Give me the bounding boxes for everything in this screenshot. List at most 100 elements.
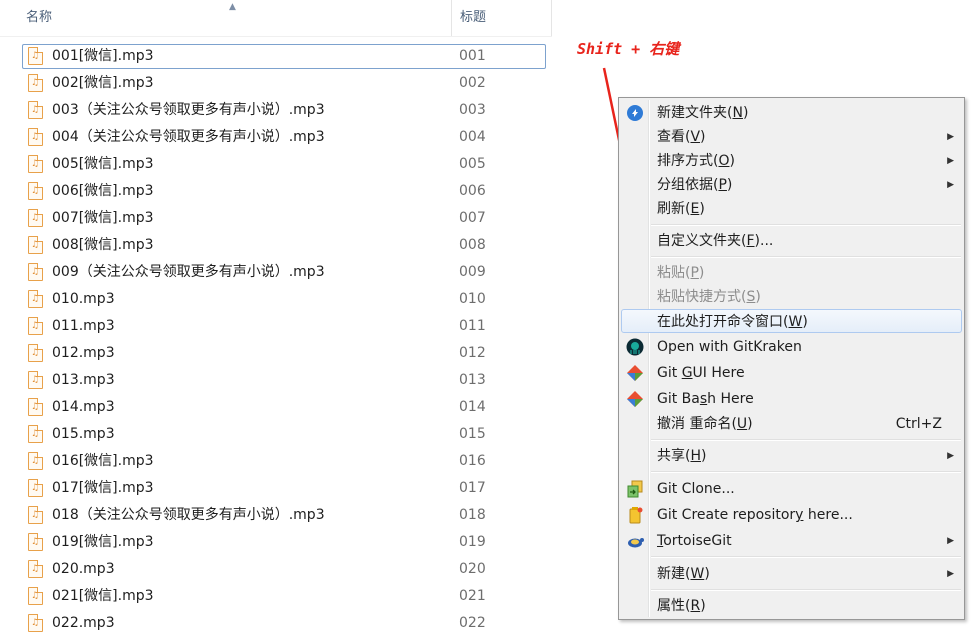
file-name: 007[微信].mp3 [52,210,154,226]
menu-item-group-by[interactable]: 分组依据(P) ▶ [621,173,962,197]
menu-item-label: 属性(R) [657,598,706,614]
file-title: 021 [459,588,486,604]
file-title: 003 [459,102,486,118]
file-title: 014 [459,399,486,415]
submenu-arrow-icon: ▶ [947,536,954,546]
audio-file-icon: ♫ [28,398,43,416]
audio-file-icon: ♫ [28,452,43,470]
menu-item-properties[interactable]: 属性(R) [621,594,962,618]
file-name: 017[微信].mp3 [52,480,154,496]
menu-item-new[interactable]: 新建(W) ▶ [621,562,962,586]
new-folder-icon [627,105,643,121]
file-title: 007 [459,210,486,226]
header-divider [0,36,552,37]
file-row[interactable]: ♫ 018（关注公众号领取更多有声小说）.mp3 018 [0,503,560,530]
column-header-title-label: 标题 [460,10,487,25]
file-row[interactable]: ♫ 020.mp3 020 [0,557,560,584]
menu-item-open-gitkraken[interactable]: Open with GitKraken [621,335,962,359]
file-row[interactable]: ♫ 012.mp3 012 [0,341,560,368]
menu-item-label: Git Create repository here... [657,507,853,523]
file-title: 018 [459,507,486,523]
file-row[interactable]: ♫ 011.mp3 011 [0,314,560,341]
menu-item-refresh[interactable]: 刷新(E) [621,197,962,221]
menu-item-sort-by[interactable]: 排序方式(O) ▶ [621,149,962,173]
file-row[interactable]: ♫ 006[微信].mp3 006 [0,179,560,206]
audio-file-icon: ♫ [28,290,43,308]
column-header-name-label: 名称 [26,10,53,25]
file-title: 015 [459,426,486,442]
audio-file-icon: ♫ [28,155,43,173]
file-row[interactable]: ♫ 004（关注公众号领取更多有声小说）.mp3 004 [0,125,560,152]
file-title: 002 [459,75,486,91]
file-row[interactable]: ♫ 016[微信].mp3 016 [0,449,560,476]
file-name: 016[微信].mp3 [52,453,154,469]
menu-item-git-bash[interactable]: Git Bash Here [621,387,962,411]
menu-item-label: Open with GitKraken [657,339,802,355]
file-row[interactable]: ♫ 005[微信].mp3 005 [0,152,560,179]
file-row[interactable]: ♫ 007[微信].mp3 007 [0,206,560,233]
file-name: 009（关注公众号领取更多有声小说）.mp3 [52,264,325,280]
file-name: 021[微信].mp3 [52,588,154,604]
file-title: 017 [459,480,486,496]
menu-item-label: 新建文件夹(N) [657,105,749,121]
file-row[interactable]: ♫ 002[微信].mp3 002 [0,71,560,98]
menu-separator [651,556,961,558]
file-row[interactable]: ♫ 001[微信].mp3 001 [0,44,560,71]
audio-file-icon: ♫ [28,344,43,362]
file-row[interactable]: ♫ 003（关注公众号领取更多有声小说）.mp3 003 [0,98,560,125]
menu-item-label: Git GUI Here [657,365,745,381]
file-row[interactable]: ♫ 019[微信].mp3 019 [0,530,560,557]
menu-item-label: TortoiseGit [657,533,732,549]
menu-item-tortoisegit[interactable]: TortoiseGit ▶ [621,529,962,553]
menu-item-label: 排序方式(O) [657,153,735,169]
menu-item-git-clone[interactable]: Git Clone... [621,477,962,501]
file-name: 001[微信].mp3 [52,48,154,64]
menu-item-git-create-repository[interactable]: Git Create repository here... [621,503,962,527]
menu-item-label: 撤消 重命名(U) [657,416,753,432]
file-name: 010.mp3 [52,291,115,307]
audio-file-icon: ♫ [28,47,43,65]
audio-file-icon: ♫ [28,209,43,227]
menu-item-new-folder[interactable]: 新建文件夹(N) [621,101,962,125]
file-row[interactable]: ♫ 017[微信].mp3 017 [0,476,560,503]
menu-item-open-command-window[interactable]: 在此处打开命令窗口(W) [621,309,962,333]
submenu-arrow-icon: ▶ [947,180,954,190]
column-header-name[interactable]: 名称 [0,0,450,36]
file-row[interactable]: ♫ 014.mp3 014 [0,395,560,422]
menu-separator [651,471,961,473]
menu-item-view[interactable]: 查看(V) ▶ [621,125,962,149]
menu-item-label: Git Clone... [657,481,735,497]
audio-file-icon: ♫ [28,317,43,335]
file-name: 019[微信].mp3 [52,534,154,550]
file-row[interactable]: ♫ 010.mp3 010 [0,287,560,314]
menu-item-label: 查看(V) [657,129,706,145]
annotation-label: Shift + 右键 [577,40,680,58]
menu-separator [651,589,961,591]
audio-file-icon: ♫ [28,263,43,281]
file-row[interactable]: ♫ 013.mp3 013 [0,368,560,395]
file-title: 022 [459,615,486,631]
menu-item-share[interactable]: 共享(H) ▶ [621,444,962,468]
file-row[interactable]: ♫ 021[微信].mp3 021 [0,584,560,611]
file-row[interactable]: ♫ 015.mp3 015 [0,422,560,449]
menu-item-customize-folder[interactable]: 自定义文件夹(F)... [621,229,962,253]
tortoisegit-icon [628,538,644,548]
file-title: 008 [459,237,486,253]
column-header-title[interactable]: 标题 [451,0,551,36]
submenu-arrow-icon: ▶ [947,569,954,579]
menu-item-label: 共享(H) [657,448,707,464]
audio-file-icon: ♫ [28,236,43,254]
menu-item-label: 新建(W) [657,566,710,582]
audio-file-icon: ♫ [28,74,43,92]
file-name: 013.mp3 [52,372,115,388]
menu-item-undo-rename[interactable]: 撤消 重命名(U) Ctrl+Z [621,412,962,436]
file-row[interactable]: ♫ 022.mp3 022 [0,611,560,638]
file-title: 009 [459,264,486,280]
menu-separator [651,256,961,258]
menu-item-git-gui[interactable]: Git GUI Here [621,361,962,385]
file-name: 008[微信].mp3 [52,237,154,253]
file-title: 016 [459,453,486,469]
file-row[interactable]: ♫ 008[微信].mp3 008 [0,233,560,260]
file-title: 011 [459,318,486,334]
file-row[interactable]: ♫ 009（关注公众号领取更多有声小说）.mp3 009 [0,260,560,287]
